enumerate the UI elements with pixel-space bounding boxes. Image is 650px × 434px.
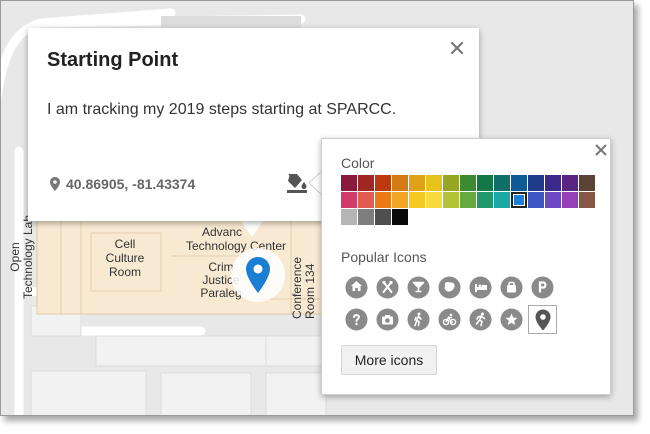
restaurant-icon (376, 276, 399, 299)
color-swatch[interactable] (358, 209, 374, 225)
icon-option[interactable] (437, 275, 462, 300)
star-icon (500, 308, 523, 331)
coordinates-row: 40.86905, -81.43374 (50, 176, 195, 192)
running-icon (469, 308, 492, 331)
camera-icon (376, 308, 399, 331)
map-label-line: Culture (105, 251, 145, 265)
screenshot-frame: Cell Culture Room Advanc Technology Cent… (0, 0, 634, 416)
color-swatch[interactable] (545, 175, 561, 191)
icon-option[interactable] (406, 307, 431, 332)
placemark-icon (535, 309, 550, 330)
color-swatch[interactable] (579, 175, 595, 191)
color-swatch[interactable] (426, 175, 442, 191)
icons-section-label: Popular Icons (341, 249, 427, 265)
icon-option[interactable] (499, 275, 524, 300)
map-label-conference-room: Conference Room 134 (290, 239, 317, 319)
color-swatch[interactable] (443, 175, 459, 191)
color-swatch[interactable] (579, 192, 595, 208)
color-swatch[interactable] (460, 192, 476, 208)
hotel-icon (469, 276, 492, 299)
color-swatch[interactable] (477, 175, 493, 191)
place-title[interactable]: Starting Point (47, 49, 178, 72)
color-swatch[interactable] (358, 175, 374, 191)
color-swatch[interactable] (392, 175, 408, 191)
color-swatch[interactable] (358, 192, 374, 208)
color-swatch[interactable] (375, 192, 391, 208)
help-icon (345, 308, 368, 331)
close-icon[interactable] (594, 143, 608, 157)
icon-option[interactable] (499, 307, 524, 332)
icon-option[interactable] (468, 307, 493, 332)
pin-small-icon (50, 177, 60, 191)
color-swatch[interactable] (392, 209, 408, 225)
color-palette (341, 175, 595, 225)
close-icon[interactable] (448, 39, 466, 57)
color-section-label: Color (341, 155, 375, 171)
map-label-line: Room (108, 265, 141, 279)
icon-option[interactable] (375, 307, 400, 332)
color-swatch[interactable] (477, 192, 493, 208)
hiking-icon (407, 308, 430, 331)
color-swatch[interactable] (545, 192, 561, 208)
color-swatch[interactable] (511, 175, 527, 191)
color-swatch[interactable] (443, 192, 459, 208)
shopping-icon (500, 276, 523, 299)
icon-option[interactable] (437, 307, 462, 332)
icon-option[interactable] (530, 275, 555, 300)
color-swatch[interactable] (341, 175, 357, 191)
color-swatch[interactable] (409, 175, 425, 191)
color-swatch[interactable] (460, 175, 476, 191)
color-swatch[interactable] (528, 192, 544, 208)
icon-option[interactable] (406, 275, 431, 300)
icon-option[interactable] (528, 305, 557, 334)
color-swatch[interactable] (562, 192, 578, 208)
color-swatch[interactable] (392, 192, 408, 208)
paint-bucket-icon[interactable] (285, 171, 309, 193)
icon-option[interactable] (344, 307, 369, 332)
color-swatch[interactable] (375, 209, 391, 225)
color-swatch[interactable] (511, 192, 527, 208)
map-label-line: Technology Center (185, 239, 287, 253)
home-icon (345, 276, 368, 299)
cafe-icon (438, 276, 461, 299)
color-swatch[interactable] (375, 175, 391, 191)
selected-marker[interactable] (231, 248, 285, 302)
bar-icon (407, 276, 430, 299)
cycling-icon (438, 308, 461, 331)
color-swatch[interactable] (562, 175, 578, 191)
parking-icon (531, 276, 554, 299)
icon-option[interactable] (344, 275, 369, 300)
place-description[interactable]: I am tracking my 2019 steps starting at … (47, 101, 396, 119)
color-swatch[interactable] (528, 175, 544, 191)
style-popup: Color Popular Icons More icons (321, 138, 611, 395)
map-label-advanced-tech: Advanc Technology Center (176, 225, 296, 253)
placemark-icon (246, 257, 270, 293)
color-swatch[interactable] (494, 192, 510, 208)
coordinates-text: 40.86905, -81.43374 (66, 176, 196, 192)
color-swatch[interactable] (341, 192, 357, 208)
map-label-line: Advanc (201, 225, 243, 239)
map-label-cell-culture: Cell Culture Room (99, 237, 151, 279)
icon-option[interactable] (375, 275, 400, 300)
color-swatch[interactable] (341, 209, 357, 225)
color-swatch[interactable] (409, 192, 425, 208)
color-swatch[interactable] (426, 192, 442, 208)
color-swatch[interactable] (494, 175, 510, 191)
map-label-line: Room 134 (303, 263, 317, 319)
icon-option[interactable] (468, 275, 493, 300)
popular-icons-grid (344, 275, 564, 334)
more-icons-button[interactable]: More icons (341, 345, 437, 375)
map-label-line: Cell (114, 237, 136, 251)
